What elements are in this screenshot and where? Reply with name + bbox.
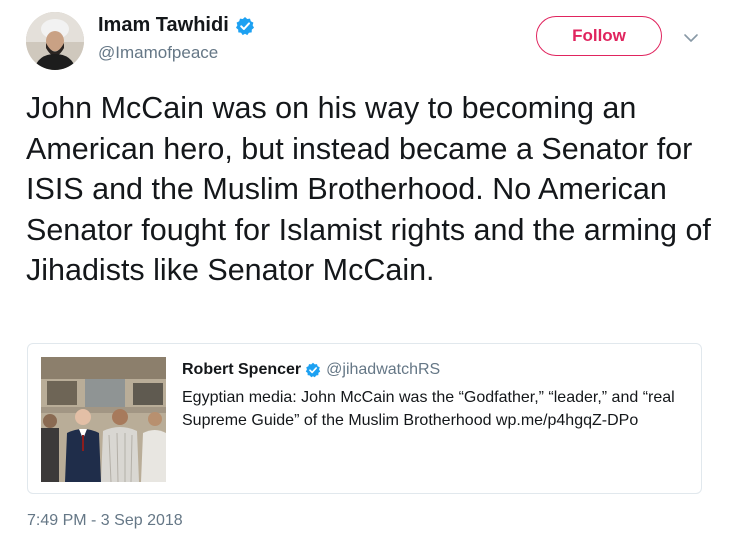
avatar[interactable] (26, 12, 84, 70)
verified-badge-icon (305, 362, 321, 378)
quoted-tweet-card[interactable]: Robert Spencer @jihadwatchRS Egyptian me… (27, 343, 702, 494)
tweet-text: John McCain was on his way to becoming a… (26, 91, 711, 287)
quoted-author-name[interactable]: Robert Spencer (182, 361, 301, 379)
chevron-down-icon[interactable] (683, 30, 699, 46)
verified-badge-icon (235, 16, 254, 35)
quoted-tweet-text: Egyptian media: John McCain was the “God… (182, 389, 675, 429)
quoted-author-row[interactable]: Robert Spencer @jihadwatchRS (182, 361, 440, 379)
author-name-row[interactable]: Imam Tawhidi (98, 14, 255, 37)
quoted-tweet-photo[interactable] (41, 357, 166, 482)
tweet-timestamp[interactable]: 7:49 PM - 3 Sep 2018 (27, 512, 183, 530)
author-handle[interactable]: @Imamofpeace (98, 43, 218, 63)
follow-button[interactable]: Follow (536, 16, 662, 56)
author-display-name[interactable]: Imam Tawhidi (98, 14, 229, 37)
quoted-author-handle[interactable]: @jihadwatchRS (326, 361, 440, 379)
